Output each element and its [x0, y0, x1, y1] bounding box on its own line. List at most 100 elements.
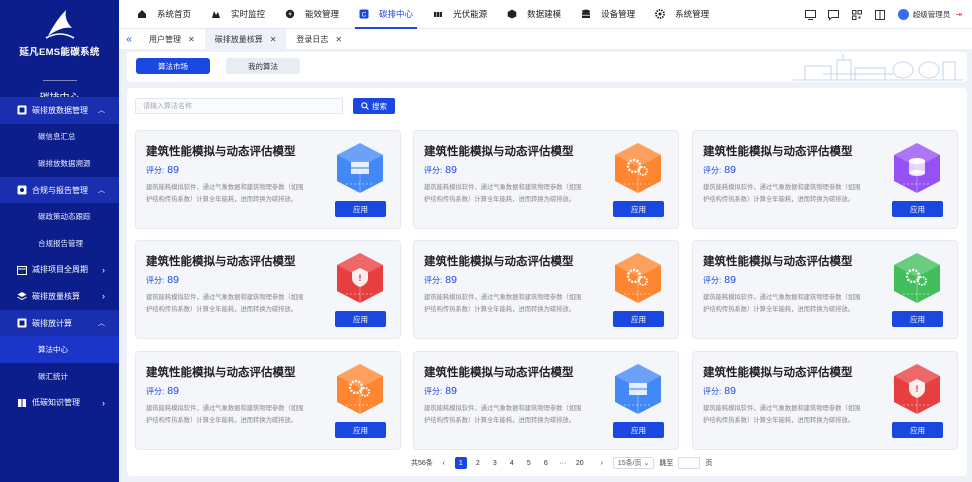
nav-item-1[interactable]: 实时监控: [201, 0, 275, 29]
sidebar-group-8[interactable]: 碳排放计算 ︿: [0, 309, 119, 337]
apply-button[interactable]: 应用: [613, 311, 664, 327]
qrcode-icon[interactable]: [851, 9, 863, 21]
page-button-4[interactable]: 5: [523, 457, 535, 469]
jump-unit: 页: [705, 460, 713, 467]
search-button[interactable]: 搜索: [353, 98, 395, 114]
card-score: 评分: 89: [424, 274, 457, 286]
close-icon[interactable]: ✕: [270, 35, 277, 44]
sidebar-item-2[interactable]: 碳排放数据溯源: [0, 150, 119, 177]
avatar: [897, 9, 909, 20]
algorithm-card[interactable]: 建筑性能模拟与动态评估模型 评分: 89 建筑能耗模拟软件，通过气象数据和建筑物理参数…: [135, 351, 401, 450]
card-title: 建筑性能模拟与动态评估模型: [146, 256, 296, 268]
apply-button[interactable]: 应用: [892, 201, 943, 217]
algorithm-card[interactable]: 建筑性能模拟与动态评估模型 评分: 89 建筑能耗模拟软件，通过气象数据和建筑物理参数…: [413, 130, 679, 229]
prev-page-button[interactable]: ‹: [438, 457, 450, 469]
svg-text:C: C: [362, 12, 367, 19]
chevron-up-icon: ︿: [98, 187, 105, 195]
message-icon[interactable]: [828, 9, 840, 21]
logout-icon[interactable]: ⇥: [955, 10, 962, 19]
chevron-up-icon: ︿: [98, 320, 105, 328]
apply-button[interactable]: 应用: [613, 201, 664, 217]
nav-item-label: 系统首页: [157, 9, 192, 19]
card-title: 建筑性能模拟与动态评估模型: [146, 146, 296, 158]
sidebar-item-10[interactable]: 碳汇统计: [0, 363, 119, 390]
algorithm-card[interactable]: 建筑性能模拟与动态评估模型 评分: 89 建筑能耗模拟软件，通过气象数据和建筑物理参数…: [135, 240, 401, 339]
sidebar-group-6[interactable]: 减排项目全周期 ›: [0, 257, 119, 284]
sidebar-item-4[interactable]: 碳政策动态跟踪: [0, 203, 119, 230]
score-value: 89: [167, 164, 179, 176]
page-button-6: ···: [559, 459, 567, 467]
sidebar-item-9[interactable]: 算法中心: [0, 336, 119, 363]
algorithm-card[interactable]: 建筑性能模拟与动态评估模型 评分: 89 建筑能耗模拟软件，通过气象数据和建筑物理参数…: [692, 240, 958, 339]
next-page-button[interactable]: ›: [596, 457, 608, 469]
sidebar-group-0[interactable]: 碳排放数据管理 ︿: [0, 97, 119, 124]
chevron-up-icon: ︿: [98, 107, 105, 115]
svg-text:!: !: [916, 384, 919, 394]
apply-button[interactable]: 应用: [335, 422, 386, 438]
card-score: 评分: 89: [703, 164, 736, 176]
apply-button[interactable]: 应用: [892, 311, 943, 327]
sidebar-group-11[interactable]: 低碳知识管理 ›: [0, 390, 119, 417]
tab-my-algorithms[interactable]: 我的算法: [226, 58, 300, 74]
nav-item-label: 碳排中心: [379, 9, 414, 19]
tab-2[interactable]: 登录日志 ✕: [286, 29, 352, 49]
nav-item-3[interactable]: C 碳排中心: [349, 0, 423, 29]
sidebar-group-label: 碳排放数据管理: [32, 105, 88, 115]
gears-icon: [889, 250, 945, 306]
score-label: 评分:: [146, 387, 165, 396]
nav-item-label: 实时监控: [231, 9, 266, 19]
apply-button[interactable]: 应用: [335, 201, 386, 217]
nav-item-2[interactable]: 能效管理: [275, 0, 349, 29]
nav-item-5[interactable]: 数据建模: [497, 0, 571, 29]
user-menu[interactable]: 超级管理员 ⇥: [897, 9, 962, 20]
close-icon[interactable]: ✕: [335, 35, 342, 44]
close-icon[interactable]: ✕: [188, 35, 195, 44]
grid-apps-icon[interactable]: [874, 9, 886, 21]
jump-input[interactable]: [678, 457, 701, 469]
sidebar-group-label: 减排项目全周期: [32, 265, 88, 275]
sidebar-item-1[interactable]: 碳信息汇总: [0, 124, 119, 151]
chevron-right-icon: ›: [102, 291, 105, 302]
page-button-3[interactable]: 4: [506, 457, 518, 469]
tab-algorithm-market[interactable]: 算法市场: [136, 58, 210, 74]
nav-item-4[interactable]: 光伏能源: [423, 0, 497, 29]
brand-divider: [42, 80, 77, 81]
grid-icon: [17, 318, 27, 328]
sidebar-group-7[interactable]: 碳排放量核算 ›: [0, 283, 119, 310]
nav-item-7[interactable]: 系统管理: [645, 0, 719, 29]
tab-1[interactable]: 碳排放量核算 ✕: [204, 29, 287, 49]
sidebar-group-label: 碳排放量核算: [32, 291, 80, 301]
page-button-0[interactable]: 1: [454, 457, 467, 469]
apply-button[interactable]: 应用: [335, 311, 386, 327]
apply-button[interactable]: 应用: [892, 422, 943, 438]
algorithm-card[interactable]: 建筑性能模拟与动态评估模型 评分: 89 建筑能耗模拟软件，通过气象数据和建筑物理参数…: [413, 351, 679, 450]
nav-item-label: 能效管理: [305, 9, 340, 19]
sidebar-group-3[interactable]: 合规与报告管理 ︿: [0, 176, 119, 204]
collapse-icon[interactable]: «: [119, 34, 139, 45]
card-description: 建筑能耗模拟软件，通过气象数据和建筑物理参数（如围护结构传热系数）计算全年能耗，…: [703, 294, 861, 313]
algorithm-card[interactable]: 建筑性能模拟与动态评估模型 评分: 89 建筑能耗模拟软件，通过气象数据和建筑物理参数…: [135, 130, 401, 229]
score-value: 89: [724, 274, 736, 286]
card-title: 建筑性能模拟与动态评估模型: [424, 146, 574, 158]
sidebar-item-5[interactable]: 合规报告管理: [0, 230, 119, 257]
page-size-select[interactable]: 15条/页 ⌄: [612, 457, 655, 469]
nav-item-label: 设备管理: [601, 9, 636, 19]
card-title: 建筑性能模拟与动态评估模型: [703, 256, 853, 268]
algorithm-card[interactable]: 建筑性能模拟与动态评估模型 评分: 89 建筑能耗模拟软件，通过气象数据和建筑物理参数…: [413, 240, 679, 339]
page-button-5[interactable]: 6: [540, 457, 552, 469]
tab-0[interactable]: 用户管理 ✕: [139, 29, 205, 49]
search-input[interactable]: 请输入算法名称: [135, 98, 343, 114]
page-button-7[interactable]: 20: [574, 457, 586, 469]
page-button-2[interactable]: 3: [489, 457, 501, 469]
screen-icon[interactable]: [805, 9, 817, 21]
apply-button[interactable]: 应用: [613, 422, 664, 438]
card-title: 建筑性能模拟与动态评估模型: [703, 146, 853, 158]
pagination-total: 共56条: [411, 460, 433, 467]
nav-item-0[interactable]: 系统首页: [127, 0, 201, 29]
algorithm-card[interactable]: 建筑性能模拟与动态评估模型 评分: 89 建筑能耗模拟软件，通过气象数据和建筑物理参数…: [692, 351, 958, 450]
algorithm-card[interactable]: 建筑性能模拟与动态评估模型 评分: 89 建筑能耗模拟软件，通过气象数据和建筑物理参数…: [692, 130, 958, 229]
shield-warning-icon: !: [332, 250, 388, 306]
page-button-1[interactable]: 2: [472, 457, 484, 469]
user-name: 超级管理员: [912, 10, 951, 19]
nav-item-6[interactable]: 设备管理: [571, 0, 645, 29]
